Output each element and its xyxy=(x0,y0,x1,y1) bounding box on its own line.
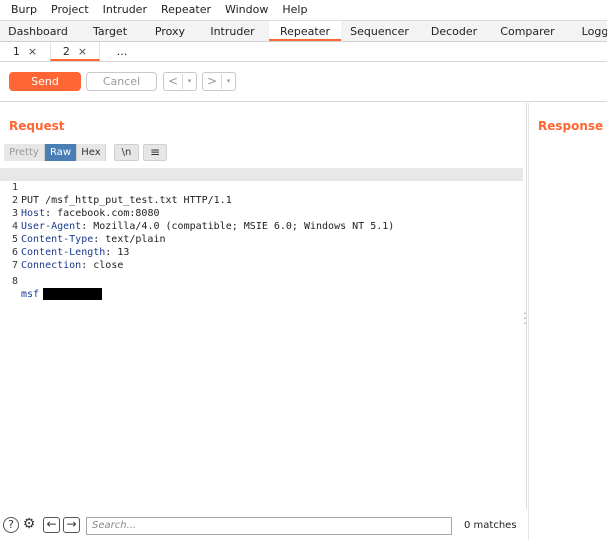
tab-intruder[interactable]: Intruder xyxy=(196,21,269,41)
previous-match-icon[interactable]: ← xyxy=(43,517,60,533)
repeater-subtabs: 1 × 2 × ... xyxy=(0,42,607,62)
forward-arrow-icon[interactable]: > xyxy=(203,73,221,90)
back-arrow-icon[interactable]: < xyxy=(164,73,182,90)
forward-dropdown-icon[interactable]: ▾ xyxy=(221,74,235,89)
repeater-toolbar: Send Cancel < ▾ > ▾ xyxy=(0,62,607,102)
subtab-new[interactable]: ... xyxy=(100,42,144,61)
tab-decoder[interactable]: Decoder xyxy=(418,21,490,41)
redacted-block xyxy=(43,288,103,300)
request-editor[interactable]: 1 PUT /msf_http_put_test.txt HTTP/1.1 2 … xyxy=(0,166,527,506)
response-title: Response xyxy=(538,119,604,133)
menu-project[interactable]: Project xyxy=(44,0,96,20)
view-pretty-tab[interactable]: Pretty xyxy=(4,144,45,161)
request-title: Request xyxy=(9,119,65,133)
editor-line: 3 User-Agent: Mozilla/4.0 (compatible; M… xyxy=(0,194,523,232)
help-icon[interactable]: ? xyxy=(3,517,19,533)
close-icon[interactable]: × xyxy=(28,45,37,58)
subtab-label: ... xyxy=(116,45,128,58)
search-bar: ? ⚙ ← → Search... 0 matches xyxy=(0,509,527,540)
search-input[interactable]: Search... xyxy=(86,517,452,535)
body-text: msf xyxy=(21,289,40,300)
subtab-label: 1 xyxy=(12,45,20,58)
menu-window[interactable]: Window xyxy=(218,0,275,20)
tab-comparer[interactable]: Comparer xyxy=(490,21,565,41)
editor-line: 2 Host: facebook.com:8080 xyxy=(0,181,523,219)
next-match-icon[interactable]: → xyxy=(63,517,80,533)
menu-help[interactable]: Help xyxy=(275,0,314,20)
cancel-button[interactable]: Cancel xyxy=(86,72,157,91)
back-dropdown-icon[interactable]: ▾ xyxy=(182,74,196,89)
view-raw-tab[interactable]: Raw xyxy=(45,144,77,161)
request-pane: Request Pretty Raw Hex \n ≡ 1 PUT /msf_h… xyxy=(0,103,527,540)
menu-intruder[interactable]: Intruder xyxy=(96,0,154,20)
tab-proxy[interactable]: Proxy xyxy=(144,21,196,41)
view-hex-tab[interactable]: Hex xyxy=(77,144,106,161)
tab-target[interactable]: Target xyxy=(76,21,144,41)
close-icon[interactable]: × xyxy=(78,45,87,58)
tool-tabs: Dashboard Target Proxy Intruder Repeater… xyxy=(0,20,607,42)
tab-dashboard[interactable]: Dashboard xyxy=(0,21,76,41)
editor-line: 6 Connection: close xyxy=(0,233,523,271)
history-forward-group: > ▾ xyxy=(202,72,236,91)
subtab-label: 2 xyxy=(62,45,70,58)
line-number: 8 xyxy=(11,276,18,287)
line-text: msf xyxy=(21,288,103,301)
pane-splitter-handle[interactable]: · · · xyxy=(523,308,527,329)
response-pane: Response xyxy=(528,103,607,540)
tab-sequencer[interactable]: Sequencer xyxy=(341,21,418,41)
send-button[interactable]: Send xyxy=(9,72,81,91)
settings-gear-icon[interactable]: ⚙ xyxy=(21,517,37,533)
menu-burp[interactable]: Burp xyxy=(4,0,44,20)
editor-line: 7 xyxy=(0,246,523,271)
editor-line: 1 PUT /msf_http_put_test.txt HTTP/1.1 xyxy=(0,168,523,206)
editor-line: 4 Content-Type: text/plain xyxy=(0,207,523,245)
editor-line: 5 Content-Length: 13 xyxy=(0,220,523,258)
show-newlines-button[interactable]: \n xyxy=(114,144,139,161)
editor-line: 8 msf xyxy=(0,262,523,300)
match-count: 0 matches xyxy=(464,520,517,531)
history-back-group: < ▾ xyxy=(163,72,197,91)
subtab-2[interactable]: 2 × xyxy=(50,42,100,61)
request-view-tabs: Pretty Raw Hex xyxy=(4,144,106,161)
tab-repeater[interactable]: Repeater xyxy=(269,21,341,41)
menu-bar: Burp Project Intruder Repeater Window He… xyxy=(0,0,607,20)
tab-logger[interactable]: Logg xyxy=(565,21,607,41)
subtab-1[interactable]: 1 × xyxy=(0,42,50,61)
menu-repeater[interactable]: Repeater xyxy=(154,0,218,20)
editor-menu-icon[interactable]: ≡ xyxy=(143,144,167,161)
